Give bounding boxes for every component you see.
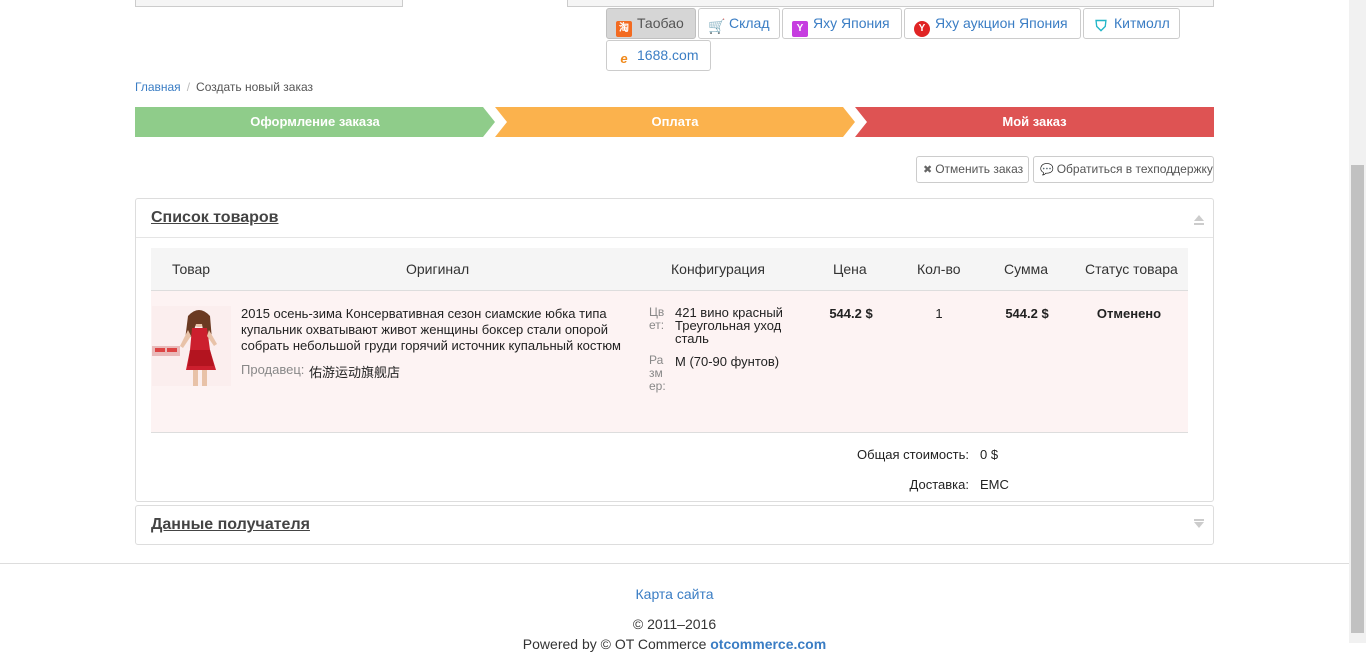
contact-support-button[interactable]: 💬 Обратиться в техподдержку [1033, 156, 1214, 183]
step-payment: Оплата [495, 107, 855, 137]
column-sum: Сумма [1004, 261, 1048, 277]
delivery-label: Доставка: [909, 477, 969, 492]
tab-warehouse[interactable]: 🛒 Склад [698, 8, 780, 39]
page-scrollbar[interactable] [1349, 0, 1366, 643]
close-icon: ✖ [923, 164, 933, 176]
1688-icon: e [620, 51, 628, 66]
item-status: Отменено [1096, 306, 1162, 321]
sitemap-link[interactable]: Карта сайта [0, 586, 1349, 602]
kitmall-icon: ⛉ [1095, 18, 1107, 35]
products-panel: Список товаров Товар Оригинал Конфигурац… [135, 198, 1214, 502]
column-price: Цена [833, 261, 867, 277]
item-price: 544.2 $ [829, 306, 873, 321]
tab-kitmall[interactable]: ⛉ Китмолл [1083, 8, 1180, 39]
column-status: Статус товара [1085, 261, 1178, 277]
powered-by-text: Powered by © OT Commerce [522, 636, 707, 652]
footer: Карта сайта © 2011–2016 Powered by © OT … [0, 563, 1349, 652]
tab-label: Яху Япония [813, 15, 890, 31]
cancel-order-label: Отменить заказ [935, 162, 1024, 176]
tab-yahoo-japan[interactable]: Y Яху Япония [782, 8, 902, 39]
warehouse-cart-icon: 🛒 [708, 18, 726, 34]
breadcrumb: Главная / Создать новый заказ [135, 80, 313, 94]
powered-by-link[interactable]: otcommerce.com [710, 636, 826, 652]
table-row: 2015 осень-зима Консервативная сезон сиа… [151, 291, 1188, 433]
step-my-order: Мой заказ [855, 107, 1214, 137]
scrollbar-thumb[interactable] [1351, 165, 1364, 633]
product-image[interactable] [152, 306, 231, 386]
chat-icon: 💬 [1040, 164, 1054, 176]
column-product: Товар [172, 261, 211, 277]
footer-powered-by: Powered by © OT Commerce otcommerce.com [0, 636, 1349, 652]
recipient-panel: Данные получателя [135, 505, 1214, 545]
product-photo-icon [152, 306, 231, 386]
order-steps: Оформление заказа Оплата Мой заказ [135, 107, 1214, 137]
breadcrumb-current: Создать новый заказ [196, 80, 314, 94]
tab-label: Яху аукцион Япония [935, 15, 1068, 31]
total-cost-value: 0 $ [980, 447, 999, 462]
products-table-header: Товар Оригинал Конфигурация Цена Кол-во … [151, 248, 1188, 291]
tab-label: Таобао [637, 15, 684, 31]
expand-icon-bar [1194, 519, 1204, 521]
breadcrumb-separator: / [186, 80, 191, 94]
tab-label: 1688.com [637, 47, 699, 63]
contact-support-label: Обратиться в техподдержку [1056, 162, 1213, 176]
collapse-icon[interactable] [1194, 215, 1204, 221]
column-original: Оригинал [406, 261, 470, 277]
header-stub-mid [567, 0, 1214, 7]
item-sum: 544.2 $ [1005, 306, 1049, 321]
panel-divider [136, 237, 1213, 238]
tab-1688[interactable]: e 1688.com [606, 40, 711, 71]
item-quantity: 1 [935, 306, 943, 321]
recipient-panel-title[interactable]: Данные получателя [151, 516, 310, 534]
seller-label: Продавец: [241, 362, 305, 377]
seller-name[interactable]: 佑游运动旗舰店 [309, 362, 400, 381]
config-color-label: Цвет: [649, 305, 665, 332]
config-size-label: Размер: [649, 353, 666, 393]
products-panel-title[interactable]: Список товаров [151, 209, 278, 227]
delivery-value: EMC [980, 477, 1009, 492]
tab-label: Склад [729, 15, 770, 31]
step-checkout: Оформление заказа [135, 107, 495, 137]
cancel-order-button[interactable]: ✖ Отменить заказ [916, 156, 1029, 183]
tab-label: Китмолл [1114, 15, 1170, 31]
tab-yahoo-auction[interactable]: Y Яху аукцион Япония [904, 8, 1081, 39]
total-cost-label: Общая стоимость: [857, 447, 969, 462]
breadcrumb-home-link[interactable]: Главная [135, 80, 181, 94]
column-qty: Кол-во [917, 261, 961, 277]
collapse-icon-bar [1194, 223, 1204, 225]
footer-copyright: © 2011–2016 [632, 616, 717, 632]
header-stub-left [135, 0, 403, 7]
column-config: Конфигурация [671, 261, 765, 277]
yahoo-icon: Y [792, 21, 808, 37]
tab-taobao[interactable]: 淘 Таобао [606, 8, 696, 39]
yahoo-auction-icon: Y [914, 21, 930, 37]
config-color-value: 421 вино красный Треугольная уход сталь [675, 305, 783, 346]
expand-icon[interactable] [1194, 522, 1204, 528]
product-title[interactable]: 2015 осень-зима Консервативная сезон сиа… [241, 306, 636, 354]
config-size-value: M (70-90 фунтов) [675, 354, 780, 369]
taobao-icon: 淘 [616, 21, 632, 37]
